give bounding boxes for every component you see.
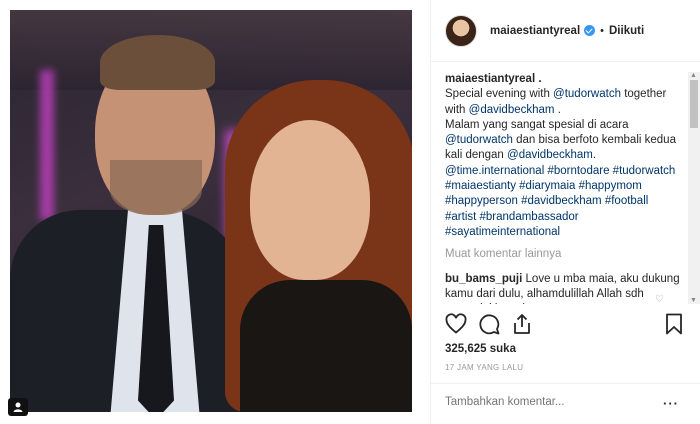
avatar[interactable] xyxy=(445,14,477,47)
post-photo[interactable] xyxy=(10,10,412,412)
photo-person-face xyxy=(250,120,370,280)
comment-icon[interactable] xyxy=(477,312,501,336)
comment-like-icon[interactable]: ♡ xyxy=(655,294,664,305)
post-media-pane xyxy=(0,0,430,424)
caption-text: . xyxy=(557,103,561,116)
more-options-icon[interactable]: ··· xyxy=(663,396,679,411)
verified-badge-icon xyxy=(584,25,596,36)
photo-person-top xyxy=(240,280,412,412)
action-bar xyxy=(444,312,690,340)
mention-link[interactable]: @davidbeckham xyxy=(469,104,555,116)
add-comment-section: ··· xyxy=(431,383,700,424)
separator-dot: • xyxy=(600,24,604,37)
mention-link[interactable]: @tudorwatch xyxy=(553,88,621,100)
caption-username[interactable]: maiaestiantyreal . xyxy=(445,73,542,85)
scroll-up-icon[interactable]: ▲ xyxy=(690,72,697,79)
follow-button[interactable]: Diikuti xyxy=(609,25,644,37)
post-timestamp[interactable]: 17 JAM YANG LALU xyxy=(445,363,523,372)
photo-person-beard xyxy=(110,160,202,215)
caption: maiaestiantyreal . Special evening with … xyxy=(445,72,680,240)
photo-light xyxy=(40,70,54,220)
caption-text: . xyxy=(592,149,597,162)
photo-person-hair xyxy=(100,35,215,90)
post-details-pane: maiaestiantyreal • Diikuti maiaestiantyr… xyxy=(430,0,700,424)
share-icon[interactable] xyxy=(510,312,534,336)
caption-text: Malam yang sangat spesial di acara xyxy=(445,118,629,131)
bookmark-icon[interactable] xyxy=(662,312,686,336)
list-item: bu_bams_puji Love u mba maia, aku dukung… xyxy=(445,272,680,304)
comment-input[interactable] xyxy=(445,396,645,408)
caption-text: Special evening with xyxy=(445,88,550,101)
mention-link[interactable]: @time.international xyxy=(445,165,544,177)
load-more-comments[interactable]: Muat komentar lainnya xyxy=(445,247,680,262)
mention-link[interactable]: @davidbeckham xyxy=(507,149,593,161)
user-tag-icon[interactable] xyxy=(8,398,28,416)
post-header: maiaestiantyreal • Diikuti xyxy=(431,0,700,62)
comments-list[interactable]: maiaestiantyreal . Special evening with … xyxy=(445,72,680,304)
heart-icon[interactable] xyxy=(444,312,468,336)
scroll-thumb[interactable] xyxy=(690,80,698,128)
comments-scrollbar[interactable]: ▲ ▼ xyxy=(688,72,700,304)
comment-username[interactable]: bu_bams_puji xyxy=(445,273,522,285)
like-count[interactable]: 325,625 suka xyxy=(445,343,516,355)
mention-link[interactable]: @tudorwatch xyxy=(445,134,513,146)
scroll-down-icon[interactable]: ▼ xyxy=(690,297,697,304)
header-username[interactable]: maiaestiantyreal xyxy=(490,25,580,37)
